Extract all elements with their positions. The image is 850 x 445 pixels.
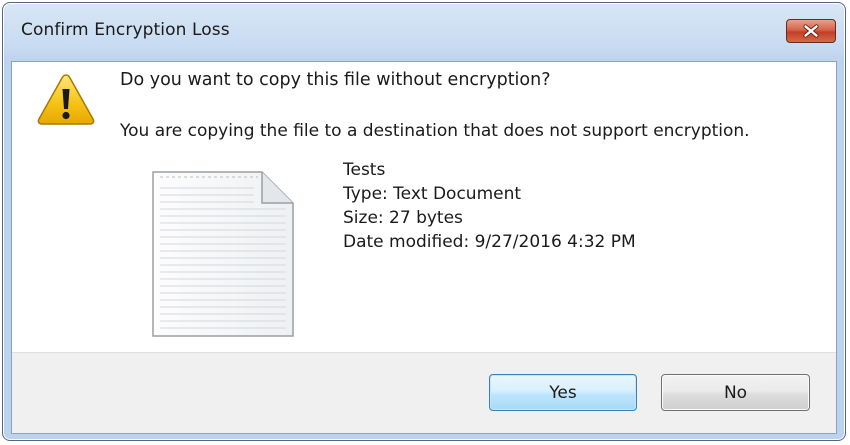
text-document-icon xyxy=(152,171,294,337)
no-button[interactable]: No xyxy=(661,374,810,411)
file-details: Tests Type: Text Document Size: 27 bytes… xyxy=(343,158,636,254)
file-size: Size: 27 bytes xyxy=(343,208,463,228)
dialog-content: Do you want to copy this file without en… xyxy=(11,61,837,434)
close-button[interactable] xyxy=(786,19,836,43)
detail-message: You are copying the file to a destinatio… xyxy=(120,121,750,141)
yes-button[interactable]: Yes xyxy=(489,374,637,411)
file-type: Type: Text Document xyxy=(343,184,522,204)
main-question: Do you want to copy this file without en… xyxy=(120,70,551,90)
file-name: Tests xyxy=(343,160,386,180)
dialog-window: Confirm Encryption Loss Do you want to c… xyxy=(2,2,846,441)
title-bar[interactable]: Confirm Encryption Loss xyxy=(3,3,845,61)
file-date-modified: Date modified: 9/27/2016 4:32 PM xyxy=(343,232,636,252)
window-title: Confirm Encryption Loss xyxy=(21,20,230,40)
close-icon xyxy=(803,24,819,38)
warning-icon xyxy=(37,74,95,125)
